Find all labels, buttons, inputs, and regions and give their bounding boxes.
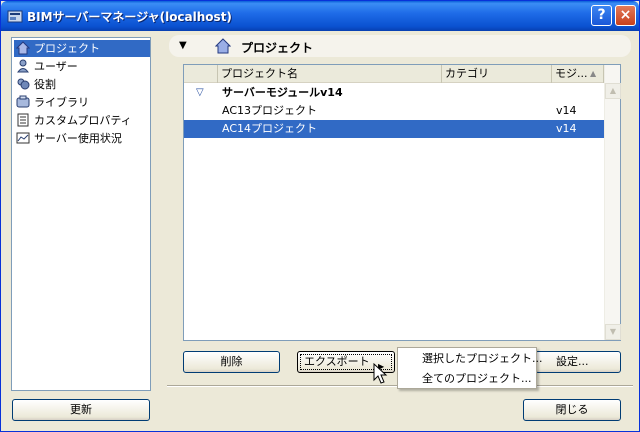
sidebar-item-server-usage[interactable]: サーバー使用状況	[14, 130, 150, 147]
sidebar-item-users[interactable]: ユーザー	[14, 58, 150, 75]
project-name-cell: AC13プロジェクト	[222, 104, 318, 117]
table-row[interactable]: AC13プロジェクト v14	[184, 102, 604, 120]
app-icon	[7, 10, 23, 23]
role-icon	[17, 78, 30, 90]
column-header-category[interactable]: カテゴリ	[442, 65, 552, 83]
sidebar-item-label: カスタムプロパティ	[34, 114, 132, 127]
export-submenu: 選択したプロジェクト... 全てのプロジェクト...	[397, 347, 543, 389]
table-header: プロジェクト名 カテゴリ モジ... ▲	[184, 65, 604, 83]
sidebar-item-label: サーバー使用状況	[34, 132, 122, 145]
module-cell: v14	[556, 122, 577, 135]
scroll-up-icon[interactable]: ▲	[605, 83, 621, 99]
window-title: BIMサーバーマネージャ(localhost)	[27, 10, 232, 24]
table-row[interactable]: AC14プロジェクト v14	[184, 120, 604, 138]
projects-table: プロジェクト名 カテゴリ モジ... ▲ ▽ サーバーモジュールv14 AC13…	[183, 64, 621, 341]
sidebar-item-label: プロジェクト	[34, 42, 100, 55]
sidebar-item-label: ライブラリ	[34, 96, 89, 109]
column-header-module-label: モジ...	[555, 67, 588, 80]
house-icon	[16, 41, 30, 55]
menu-item-export-all[interactable]: 全てのプロジェクト...	[398, 369, 536, 389]
house-icon	[215, 38, 231, 54]
sidebar-item-label: ユーザー	[34, 60, 78, 73]
column-header-name[interactable]: プロジェクト名	[218, 65, 442, 83]
panel-header[interactable]: ▼ プロジェクト	[169, 35, 631, 57]
expand-group-icon[interactable]: ▽	[196, 84, 204, 102]
close-button[interactable]: 閉じる	[523, 399, 621, 421]
chart-icon	[16, 132, 30, 144]
group-row[interactable]: ▽ サーバーモジュールv14	[184, 84, 604, 102]
column-header-module[interactable]: モジ... ▲	[552, 65, 604, 83]
bim-server-manager-window: BIMサーバーマネージャ(localhost) ? × プロジェクト ユーザー …	[0, 0, 640, 432]
sidebar-item-roles[interactable]: 役割	[14, 76, 150, 93]
sidebar-list: プロジェクト ユーザー 役割 ライブラリ カスタムプロパティ サーバー使用状況	[11, 37, 151, 391]
panel-title: プロジェクト	[241, 41, 314, 55]
properties-icon	[17, 113, 29, 127]
column-header-icon	[184, 65, 218, 83]
menu-item-export-selected[interactable]: 選択したプロジェクト...	[398, 349, 543, 369]
sidebar-item-custom-properties[interactable]: カスタムプロパティ	[14, 112, 150, 129]
delete-button[interactable]: 削除	[183, 351, 280, 373]
collapse-icon[interactable]: ▼	[179, 40, 187, 51]
user-icon	[17, 59, 29, 73]
sidebar-item-label: 役割	[34, 78, 56, 91]
sort-ascending-icon: ▲	[590, 69, 597, 78]
sidebar-item-library[interactable]: ライブラリ	[14, 94, 150, 111]
export-button-label: エクスポート	[304, 355, 370, 368]
vertical-scrollbar[interactable]: ▲ ▼	[604, 65, 621, 340]
close-window-button[interactable]: ×	[615, 5, 636, 26]
title-bar[interactable]: BIMサーバーマネージャ(localhost) ? ×	[1, 1, 639, 31]
group-label: サーバーモジュールv14	[222, 86, 343, 99]
settings-button[interactable]: 設定...	[535, 351, 621, 373]
scroll-down-icon[interactable]: ▼	[605, 324, 621, 340]
help-button[interactable]: ?	[591, 5, 612, 26]
mouse-cursor-icon	[373, 363, 388, 384]
sidebar-item-projects[interactable]: プロジェクト	[14, 40, 150, 57]
library-icon	[16, 95, 30, 108]
module-cell: v14	[556, 104, 577, 117]
project-name-cell: AC14プロジェクト	[222, 122, 318, 135]
update-button[interactable]: 更新	[12, 399, 150, 421]
